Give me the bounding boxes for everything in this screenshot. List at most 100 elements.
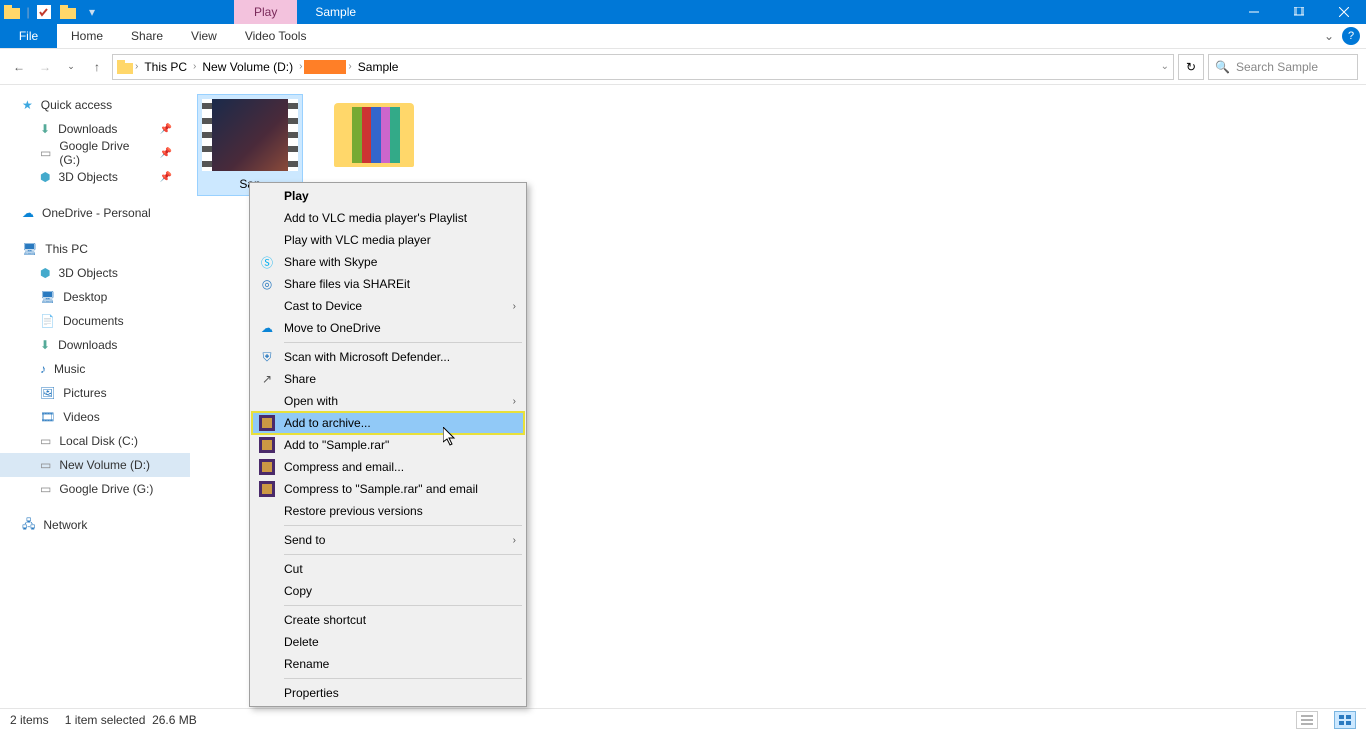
ctx-defender[interactable]: ⛨Scan with Microsoft Defender... (252, 346, 524, 368)
view-large-icons-button[interactable] (1334, 711, 1356, 729)
sidebar-item-label: New Volume (D:) (59, 458, 150, 472)
share-icon: ↗ (258, 370, 276, 388)
ctx-add-to-sample-rar[interactable]: Add to "Sample.rar" (252, 434, 524, 456)
ribbon-expand-icon[interactable]: ⌄ (1316, 24, 1342, 48)
ctx-onedrive[interactable]: ☁Move to OneDrive (252, 317, 524, 339)
sidebar-quick-access[interactable]: ★Quick access (0, 93, 190, 117)
file-item-video[interactable]: San (198, 95, 302, 195)
up-button[interactable]: ↑ (86, 56, 108, 78)
breadcrumb-redacted[interactable] (304, 60, 346, 74)
sidebar-pc-music[interactable]: ♪Music (0, 357, 190, 381)
new-folder-icon[interactable] (57, 1, 79, 23)
ctx-label: Cut (284, 562, 303, 576)
search-placeholder: Search Sample (1236, 60, 1318, 74)
ctx-compress-rar-email[interactable]: Compress to "Sample.rar" and email (252, 478, 524, 500)
ctx-add-to-archive[interactable]: Add to archive... (252, 412, 524, 434)
sidebar-pc-localdisk[interactable]: ▭Local Disk (C:) (0, 429, 190, 453)
ctx-delete[interactable]: Delete (252, 631, 524, 653)
ctx-open-with[interactable]: Open with› (252, 390, 524, 412)
folder-icon (117, 60, 133, 74)
sidebar-pc-newvolume[interactable]: ▭New Volume (D:) (0, 453, 190, 477)
address-bar[interactable]: › This PC › New Volume (D:) › › Sample ⌄ (112, 54, 1174, 80)
chevron-right-icon[interactable]: › (299, 61, 302, 72)
ctx-vlc-play[interactable]: Play with VLC media player (252, 229, 524, 251)
breadcrumb-this-pc[interactable]: This PC (140, 60, 191, 74)
sidebar-this-pc[interactable]: 🖥This PC (0, 237, 190, 261)
status-item-count: 2 items (10, 713, 49, 727)
sidebar-pc-gdrive[interactable]: ▭Google Drive (G:) (0, 477, 190, 501)
winrar-icon (258, 458, 276, 476)
ctx-vlc-playlist[interactable]: Add to VLC media player's Playlist (252, 207, 524, 229)
title-bar: | ▾ Play Sample (0, 0, 1366, 24)
chevron-right-icon[interactable]: › (193, 61, 196, 72)
ctx-cut[interactable]: Cut (252, 558, 524, 580)
refresh-button[interactable]: ↻ (1178, 54, 1204, 80)
file-label (322, 171, 426, 177)
ctx-cast[interactable]: Cast to Device› (252, 295, 524, 317)
breadcrumb-volume[interactable]: New Volume (D:) (198, 60, 297, 74)
back-button[interactable]: ← (8, 56, 30, 78)
sidebar-3d-objects[interactable]: ⬢3D Objects📌 (0, 165, 190, 189)
chevron-right-icon[interactable]: › (135, 61, 138, 72)
file-item-folder[interactable] (322, 95, 426, 177)
status-bar: 2 items 1 item selected 26.6 MB (0, 708, 1366, 730)
ctx-compress-email[interactable]: Compress and email... (252, 456, 524, 478)
sidebar-pc-3d[interactable]: ⬢3D Objects (0, 261, 190, 285)
ctx-share[interactable]: ↗Share (252, 368, 524, 390)
sidebar-network[interactable]: 🖧Network (0, 513, 190, 537)
ctx-label: Add to archive... (284, 416, 371, 430)
winrar-icon (258, 480, 276, 498)
sidebar-item-label: Pictures (63, 386, 106, 400)
ctx-play[interactable]: Play (252, 185, 524, 207)
menu-file[interactable]: File (0, 24, 57, 48)
address-dropdown-icon[interactable]: ⌄ (1161, 61, 1169, 72)
menu-video-tools[interactable]: Video Tools (231, 24, 321, 48)
sidebar-pc-pictures[interactable]: 🖼Pictures (0, 381, 190, 405)
menu-view[interactable]: View (177, 24, 231, 48)
ribbon-tab-play[interactable]: Play (234, 0, 297, 24)
ctx-skype[interactable]: ⓈShare with Skype (252, 251, 524, 273)
sidebar-pc-desktop[interactable]: 🖥Desktop (0, 285, 190, 309)
sidebar-pc-videos[interactable]: 🎞Videos (0, 405, 190, 429)
chevron-right-icon: › (513, 535, 516, 546)
menu-share[interactable]: Share (117, 24, 177, 48)
ctx-rename[interactable]: Rename (252, 653, 524, 675)
ctx-label: Delete (284, 635, 319, 649)
close-button[interactable] (1321, 0, 1366, 24)
sidebar-pc-documents[interactable]: 📄Documents (0, 309, 190, 333)
ctx-shareit[interactable]: ◎Share files via SHAREit (252, 273, 524, 295)
ctx-properties[interactable]: Properties (252, 682, 524, 704)
ctx-create-shortcut[interactable]: Create shortcut (252, 609, 524, 631)
ctx-send-to[interactable]: Send to› (252, 529, 524, 551)
chevron-right-icon: › (513, 396, 516, 407)
chevron-right-icon[interactable]: › (348, 61, 351, 72)
ctx-label: Share with Skype (284, 255, 377, 269)
search-input[interactable]: 🔍 Search Sample (1208, 54, 1358, 80)
maximize-button[interactable] (1276, 0, 1321, 24)
qat-dropdown-icon[interactable]: ▾ (81, 1, 103, 23)
sidebar-downloads[interactable]: ⬇Downloads📌 (0, 117, 190, 141)
recent-dropdown-icon[interactable]: ⌄ (60, 56, 82, 78)
sidebar-item-label: Quick access (41, 98, 112, 112)
properties-icon[interactable] (33, 1, 55, 23)
folder-icon[interactable] (1, 1, 23, 23)
ctx-label: Add to VLC media player's Playlist (284, 211, 467, 225)
separator (284, 554, 522, 555)
music-icon: ♪ (40, 362, 46, 376)
sidebar-gdrive[interactable]: ▭Google Drive (G:)📌 (0, 141, 190, 165)
ctx-restore[interactable]: Restore previous versions (252, 500, 524, 522)
minimize-button[interactable] (1231, 0, 1276, 24)
sidebar-item-label: Downloads (58, 122, 117, 136)
ctx-label: Add to "Sample.rar" (284, 438, 389, 452)
pin-icon: 📌 (160, 172, 172, 183)
view-details-button[interactable] (1296, 711, 1318, 729)
menu-home[interactable]: Home (57, 24, 117, 48)
help-icon[interactable]: ? (1342, 27, 1360, 45)
sidebar-onedrive[interactable]: ☁OneDrive - Personal (0, 201, 190, 225)
shield-icon: ⛨ (258, 348, 276, 366)
folder-thumbnail (334, 103, 414, 167)
ctx-copy[interactable]: Copy (252, 580, 524, 602)
forward-button[interactable]: → (34, 56, 56, 78)
sidebar-pc-downloads[interactable]: ⬇Downloads (0, 333, 190, 357)
breadcrumb-leaf[interactable]: Sample (354, 60, 403, 74)
